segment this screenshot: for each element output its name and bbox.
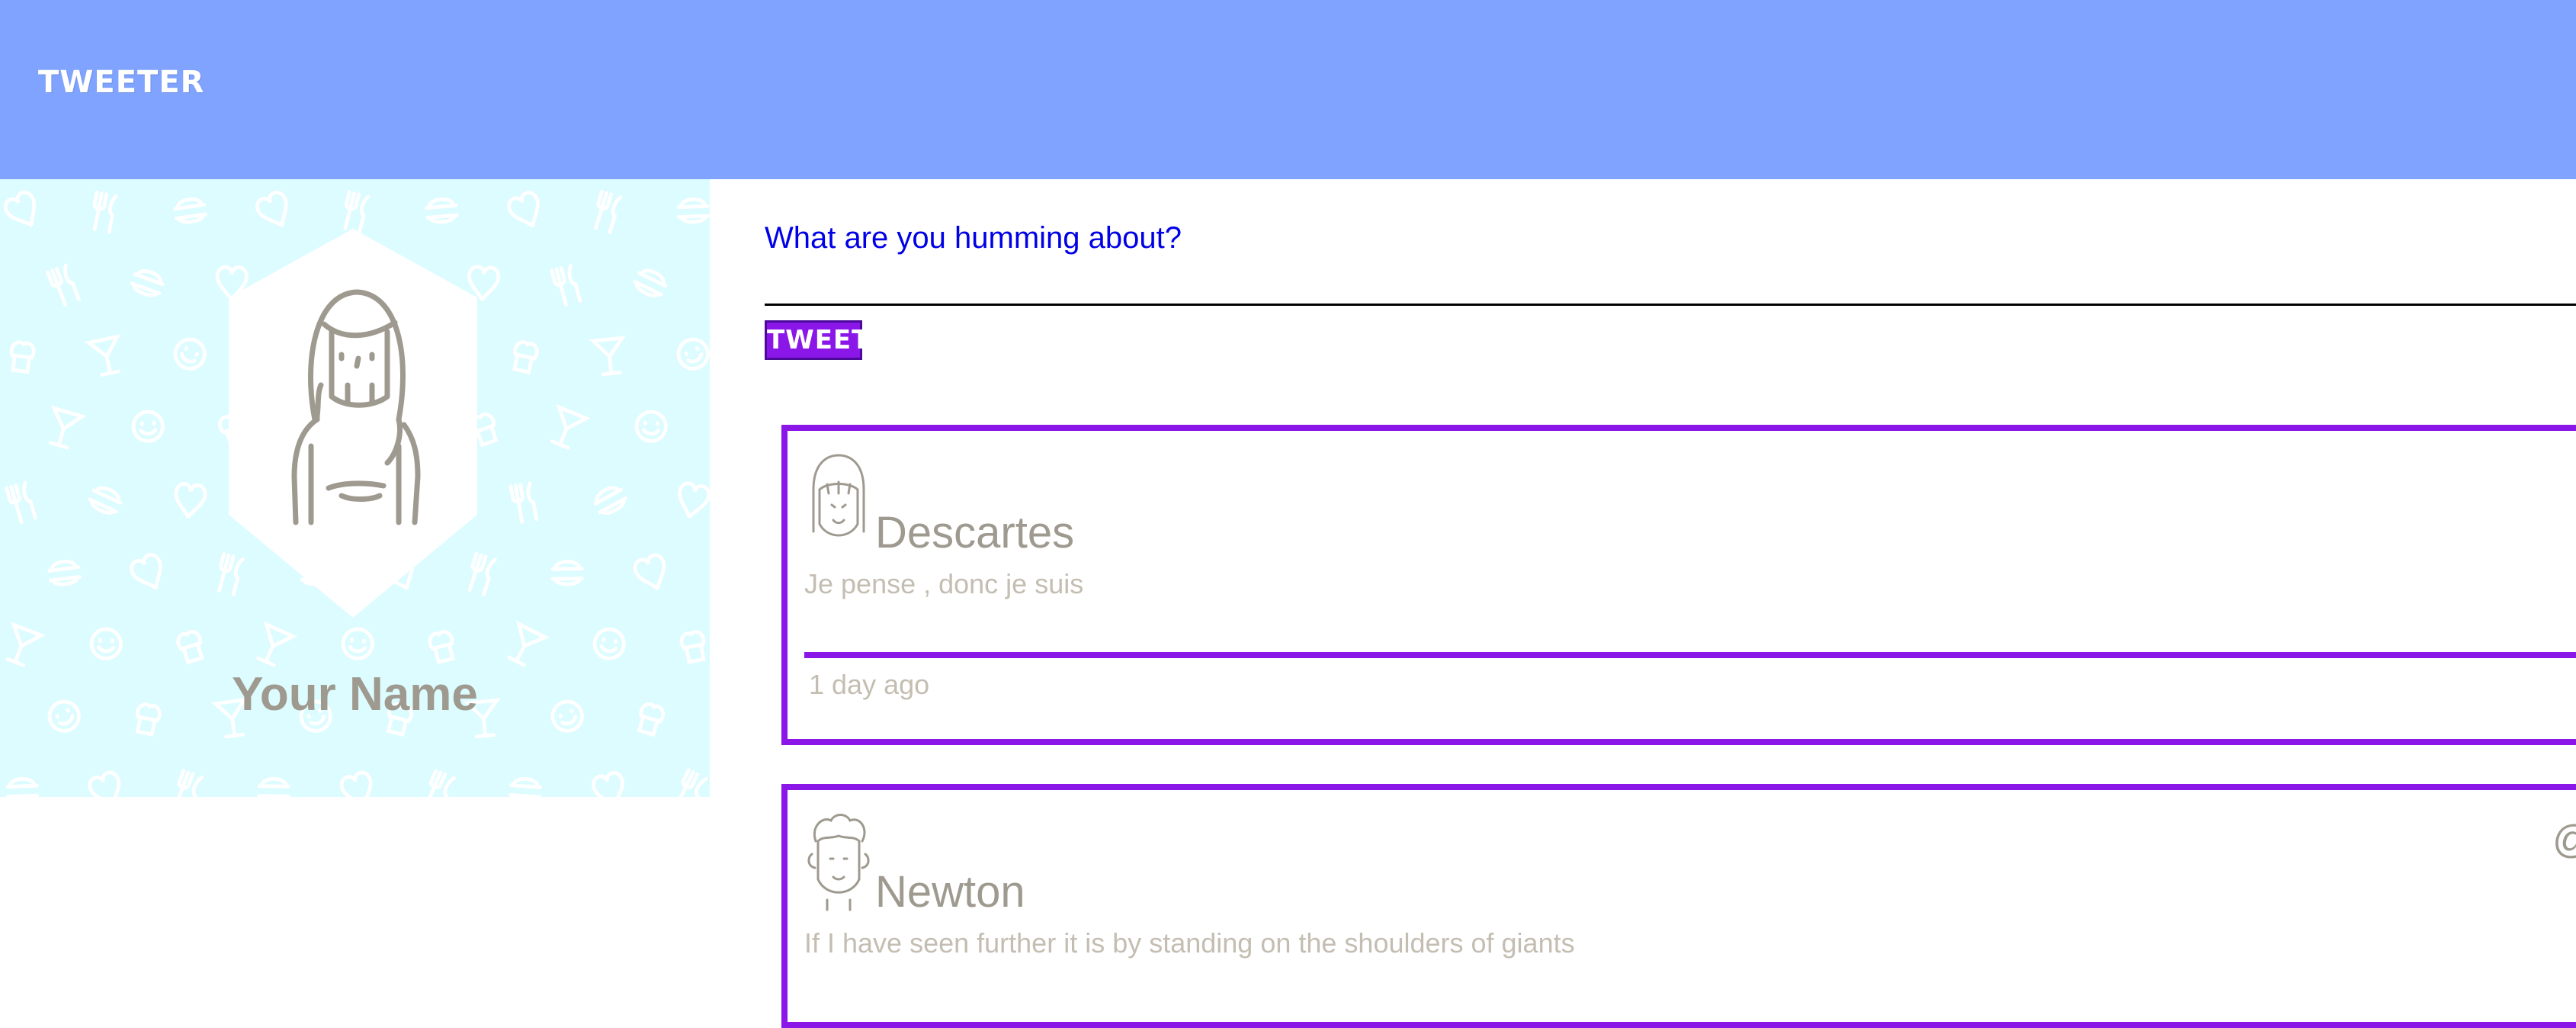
burger-doodle <box>88 486 123 515</box>
heart-doodle <box>339 770 373 797</box>
heart-doodle <box>507 191 540 229</box>
tweet-input[interactable] <box>765 252 2576 306</box>
heart-doodle <box>130 553 162 590</box>
cocktail-doodle <box>256 621 298 667</box>
burger-doodle <box>633 268 668 297</box>
tweet-text: If I have seen further it is by standing… <box>804 927 1575 959</box>
smiley-doodle <box>634 410 668 443</box>
tweet-author[interactable]: Newton <box>875 866 1025 917</box>
cutlery-doodle <box>550 263 582 307</box>
bob-hair-avatar-icon <box>812 454 865 537</box>
cutlery-doodle <box>675 768 708 797</box>
burger-doodle <box>173 197 207 224</box>
tweet-timestamp: 1 day ago <box>809 669 930 700</box>
cutlery-doodle <box>424 768 456 797</box>
burger-doodle <box>508 777 542 797</box>
tweet-card: Newton If I have seen further it is by s… <box>781 784 2576 1028</box>
chef-hat-doodle <box>679 630 706 664</box>
cocktail-doodle <box>507 620 550 667</box>
chef-hat-doodle <box>428 630 455 665</box>
burger-doodle <box>550 560 584 586</box>
smiley-doodle <box>341 627 374 660</box>
cutlery-doodle <box>508 481 539 524</box>
burger-doodle <box>425 198 459 224</box>
top-header: TWEETER <box>0 0 2576 179</box>
heart-doodle <box>88 770 121 797</box>
burger-doodle <box>676 198 710 224</box>
cutlery-doodle <box>173 769 204 797</box>
tweet-button[interactable]: TWEET <box>765 320 869 360</box>
smiley-doodle <box>89 627 123 660</box>
cocktail-doodle <box>5 622 46 667</box>
cocktail-doodle <box>550 404 591 450</box>
profile-card: Your Name <box>0 179 710 797</box>
brand-logo[interactable]: TWEETER <box>38 65 204 100</box>
cocktail-doodle <box>84 333 121 377</box>
cutlery-doodle <box>45 263 81 307</box>
profile-name: Your Name <box>232 668 478 721</box>
curly-hair-avatar-icon <box>807 814 870 911</box>
smiley-doodle <box>131 410 165 443</box>
burger-doodle <box>257 777 290 797</box>
cutlery-doodle <box>92 190 118 234</box>
burger-doodle <box>593 486 628 516</box>
cutlery-doodle <box>594 189 623 234</box>
composer-label: What are you humming about? <box>765 221 1182 255</box>
cutlery-doodle <box>5 480 37 524</box>
tweet-card: Descartes Je pense , donc je suis 1 day … <box>781 425 2576 745</box>
burger-doodle <box>130 269 165 297</box>
heart-doodle <box>678 481 710 519</box>
burger-doodle <box>5 777 40 797</box>
cocktail-doodle <box>589 336 627 377</box>
burger-doodle <box>47 559 82 586</box>
heart-doodle <box>174 482 207 519</box>
profile-avatar <box>227 225 479 622</box>
smiley-doodle <box>173 337 207 371</box>
tweet-text: Je pense , donc je suis <box>804 568 1084 599</box>
tweet-divider <box>804 652 2576 658</box>
cocktail-doodle <box>48 405 87 450</box>
chef-hat-doodle <box>176 629 204 665</box>
heart-doodle <box>592 771 624 797</box>
chef-hat-doodle <box>9 340 36 374</box>
smiley-doodle <box>592 627 626 660</box>
heart-doodle <box>4 190 37 228</box>
tweet-author[interactable]: Descartes <box>875 507 1074 558</box>
tweet-handle[interactable]: @ <box>2552 817 2576 863</box>
chef-hat-doodle <box>512 340 539 375</box>
woman-avatar-icon <box>229 229 477 618</box>
heart-doodle <box>633 553 666 591</box>
smiley-doodle <box>676 337 710 371</box>
